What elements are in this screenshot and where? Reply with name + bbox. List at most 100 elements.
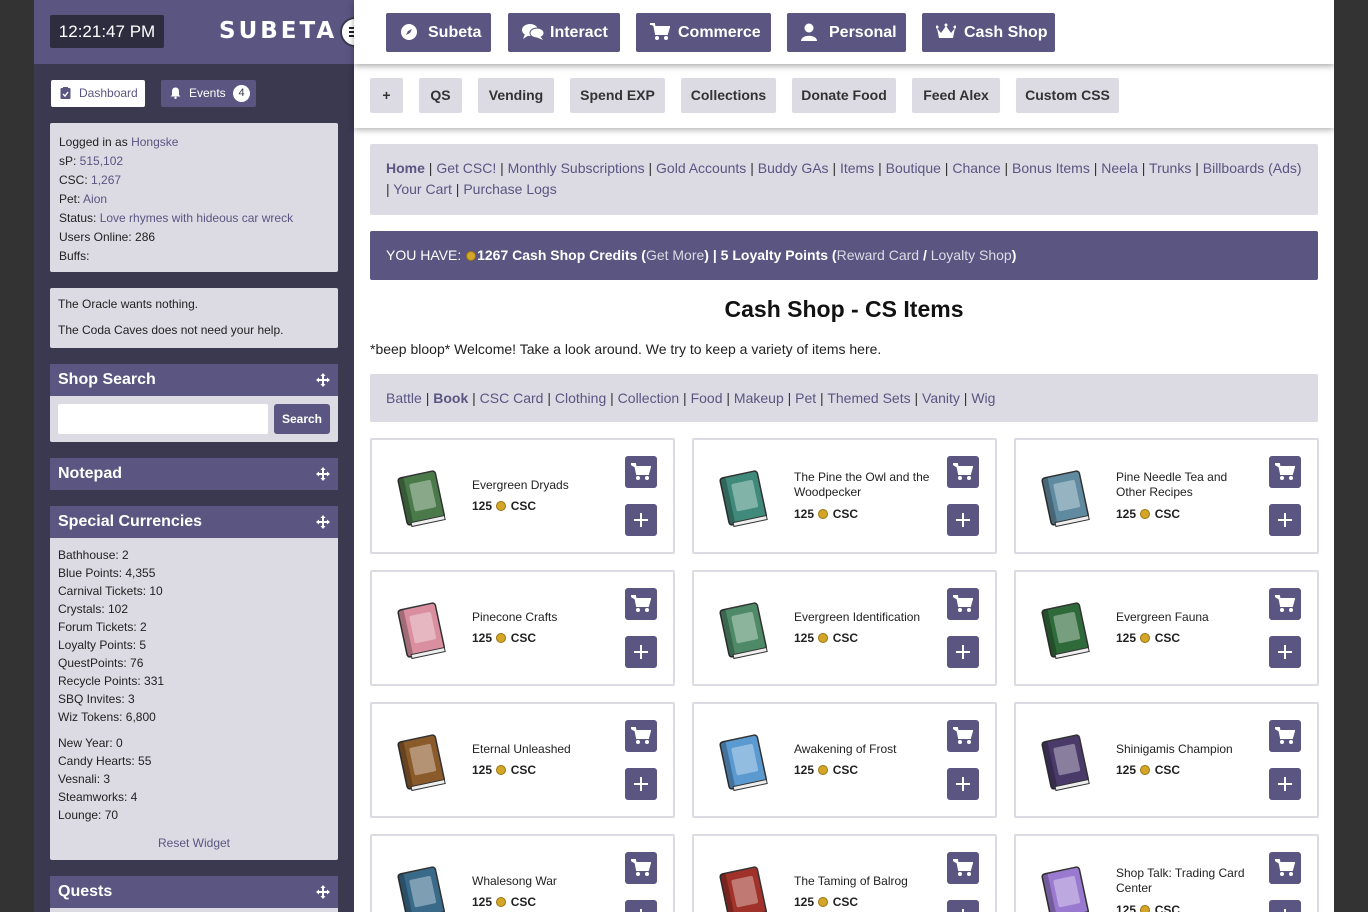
cash-shop-link[interactable]: Monthly Subscriptions — [508, 160, 645, 176]
add-to-cart-button[interactable] — [625, 852, 657, 884]
item-image[interactable] — [388, 464, 454, 530]
item-image[interactable] — [1032, 464, 1098, 530]
tab-events[interactable]: Events 4 — [161, 80, 256, 107]
add-to-cart-button[interactable] — [947, 456, 979, 488]
category-link[interactable]: Makeup — [734, 390, 784, 406]
add-to-cart-button[interactable] — [947, 588, 979, 620]
add-to-cart-button[interactable] — [1269, 852, 1301, 884]
quick-add-button[interactable] — [1269, 636, 1301, 668]
add-to-cart-button[interactable] — [1269, 720, 1301, 752]
item-image[interactable] — [1032, 728, 1098, 794]
subnav-collections[interactable]: Collections — [681, 78, 776, 113]
widget-title[interactable]: Shop Search — [50, 364, 338, 396]
cash-shop-link[interactable]: Bonus Items — [1012, 160, 1090, 176]
loyalty-shop-link[interactable]: Loyalty Shop — [931, 247, 1012, 263]
item-name[interactable]: The Pine the Owl and the Woodpecker — [794, 470, 934, 500]
move-icon[interactable] — [316, 373, 330, 387]
quick-add-button[interactable] — [625, 900, 657, 912]
cash-shop-link[interactable]: Items — [840, 160, 874, 176]
quick-add-button[interactable] — [625, 504, 657, 536]
sp-value[interactable]: 515,102 — [80, 154, 123, 168]
subnav-vending[interactable]: Vending — [478, 78, 554, 113]
get-more-link[interactable]: Get More — [646, 247, 704, 263]
item-image[interactable] — [1032, 860, 1098, 912]
cash-shop-link[interactable]: Your Cart — [393, 181, 452, 197]
add-to-cart-button[interactable] — [625, 588, 657, 620]
add-to-cart-button[interactable] — [625, 456, 657, 488]
shop-search-input[interactable] — [58, 404, 268, 434]
cash-shop-link[interactable]: Trunks — [1149, 160, 1191, 176]
cash-shop-link[interactable]: Buddy GAs — [758, 160, 829, 176]
category-link[interactable]: Collection — [618, 390, 679, 406]
subnav-qs[interactable]: QS — [419, 78, 462, 113]
cash-shop-link[interactable]: Home — [386, 160, 425, 176]
item-image[interactable] — [388, 860, 454, 912]
category-link[interactable]: Clothing — [555, 390, 606, 406]
quick-add-button[interactable] — [1269, 900, 1301, 912]
subnav-plus[interactable]: + — [370, 78, 403, 113]
item-image[interactable] — [1032, 596, 1098, 662]
item-name[interactable]: Eternal Unleashed — [472, 742, 612, 757]
quick-add-button[interactable] — [947, 900, 979, 912]
category-link[interactable]: Food — [691, 390, 723, 406]
reward-card-link[interactable]: Reward Card — [837, 247, 919, 263]
shop-search-button[interactable]: Search — [274, 404, 330, 434]
add-to-cart-button[interactable] — [625, 720, 657, 752]
pet-link[interactable]: Aion — [83, 192, 107, 206]
item-name[interactable]: Evergreen Fauna — [1116, 610, 1256, 625]
item-image[interactable] — [388, 596, 454, 662]
category-link[interactable]: CSC Card — [480, 390, 544, 406]
subnav-spend-exp[interactable]: Spend EXP — [570, 78, 665, 113]
quick-add-button[interactable] — [1269, 504, 1301, 536]
quick-add-button[interactable] — [625, 636, 657, 668]
item-name[interactable]: Shop Talk: Trading Card Center — [1116, 866, 1256, 896]
move-icon[interactable] — [316, 885, 330, 899]
category-link[interactable]: Battle — [386, 390, 422, 406]
category-link[interactable]: Pet — [795, 390, 816, 406]
widget-title[interactable]: Quests — [50, 876, 338, 908]
item-name[interactable]: Pine Needle Tea and Other Recipes — [1116, 470, 1256, 500]
subnav-feed-alex[interactable]: Feed Alex — [912, 78, 1000, 113]
item-name[interactable]: The Taming of Balrog — [794, 874, 934, 889]
nav-personal[interactable]: Personal — [787, 13, 906, 52]
add-to-cart-button[interactable] — [947, 720, 979, 752]
item-image[interactable] — [710, 860, 776, 912]
username-link[interactable]: Hongske — [131, 135, 178, 149]
nav-subeta[interactable]: Subeta — [386, 13, 491, 52]
nav-interact[interactable]: Interact — [508, 13, 620, 52]
item-name[interactable]: Evergreen Identification — [794, 610, 934, 625]
nav-commerce[interactable]: Commerce — [636, 13, 771, 52]
reset-widget-link[interactable]: Reset Widget — [50, 836, 338, 850]
category-link[interactable]: Book — [433, 390, 468, 406]
quick-add-button[interactable] — [947, 636, 979, 668]
item-name[interactable]: Shinigamis Champion — [1116, 742, 1256, 757]
item-image[interactable] — [710, 728, 776, 794]
add-to-cart-button[interactable] — [1269, 456, 1301, 488]
cash-shop-link[interactable]: Purchase Logs — [463, 181, 556, 197]
cash-shop-link[interactable]: Gold Accounts — [656, 160, 746, 176]
quick-add-button[interactable] — [947, 504, 979, 536]
csc-value[interactable]: 1,267 — [91, 173, 121, 187]
item-image[interactable] — [388, 728, 454, 794]
item-image[interactable] — [710, 464, 776, 530]
category-link[interactable]: Themed Sets — [827, 390, 910, 406]
cash-shop-link[interactable]: Chance — [952, 160, 1000, 176]
add-to-cart-button[interactable] — [947, 852, 979, 884]
item-image[interactable] — [710, 596, 776, 662]
subnav-donate-food[interactable]: Donate Food — [792, 78, 896, 113]
move-icon[interactable] — [316, 467, 330, 481]
cash-shop-link[interactable]: Neela — [1101, 160, 1138, 176]
move-icon[interactable] — [316, 515, 330, 529]
item-name[interactable]: Pinecone Crafts — [472, 610, 612, 625]
add-to-cart-button[interactable] — [1269, 588, 1301, 620]
quick-add-button[interactable] — [1269, 768, 1301, 800]
tab-dashboard[interactable]: Dashboard — [51, 80, 145, 107]
category-link[interactable]: Wig — [971, 390, 995, 406]
nav-cash-shop[interactable]: Cash Shop — [922, 13, 1055, 52]
widget-title[interactable]: Special Currencies — [50, 506, 338, 538]
quick-add-button[interactable] — [947, 768, 979, 800]
category-link[interactable]: Vanity — [922, 390, 960, 406]
site-logo[interactable]: SUBETA — [219, 18, 337, 44]
cash-shop-link[interactable]: Boutique — [886, 160, 941, 176]
item-name[interactable]: Evergreen Dryads — [472, 478, 612, 493]
